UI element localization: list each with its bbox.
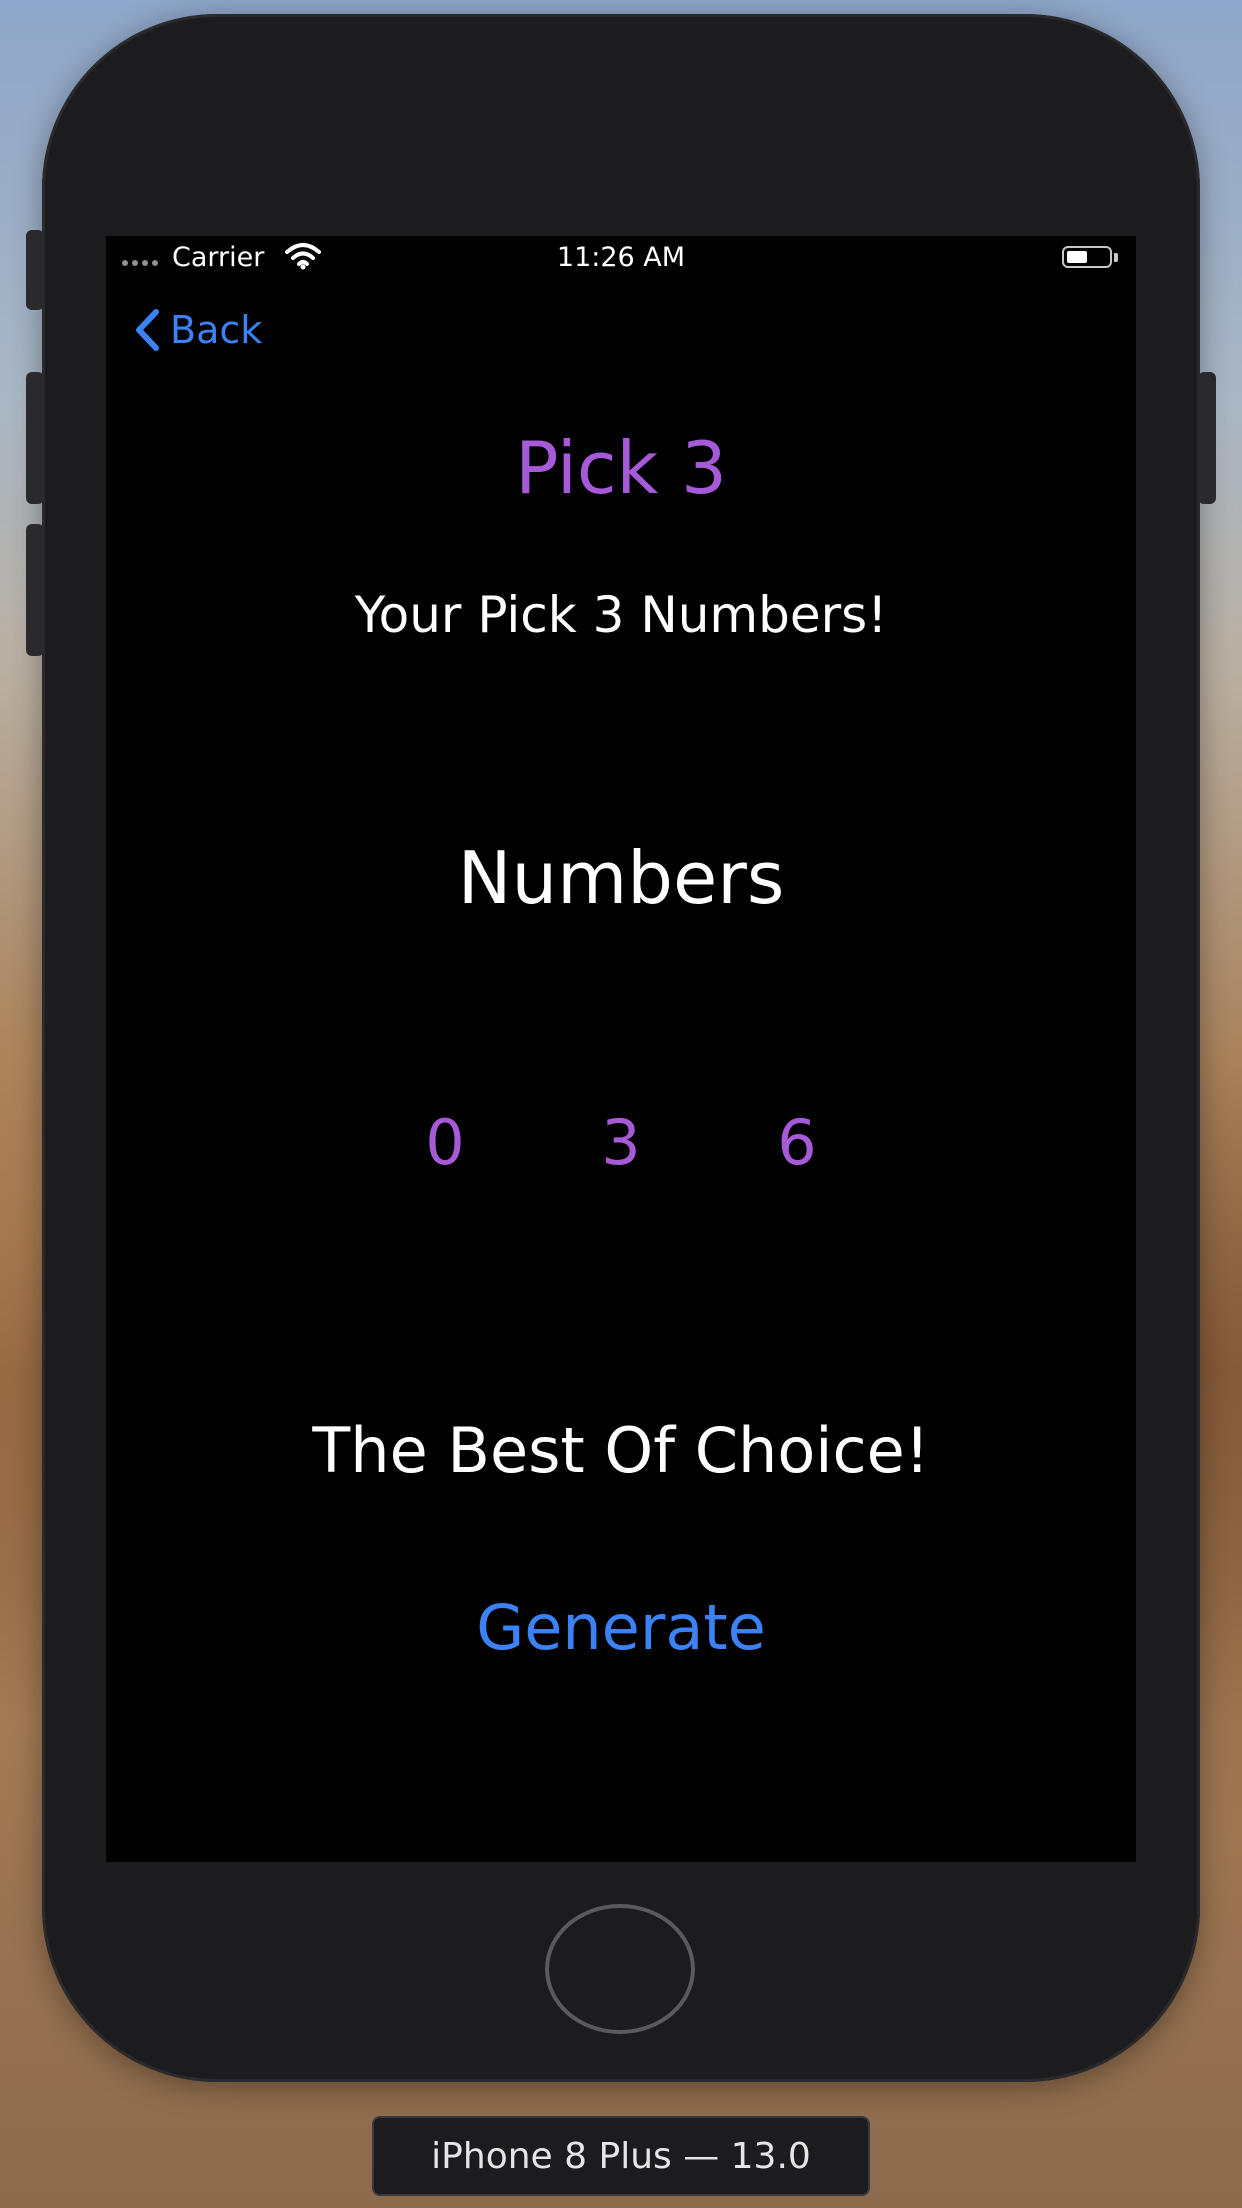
number-1: 0 [425,1106,465,1179]
mute-switch [26,230,44,310]
back-label: Back [170,308,263,352]
generate-button[interactable]: Generate [106,1591,1136,1664]
battery-cap [1114,253,1118,262]
tagline: The Best Of Choice! [312,1414,930,1487]
subtitle: Your Pick 3 Numbers! [354,586,888,644]
phone-screen: Carrier 11:26 AM Back Pick 3 Your Pick 3… [106,236,1136,1862]
number-2: 3 [601,1106,641,1179]
home-button[interactable] [545,1904,695,2034]
page-title: Pick 3 [515,426,727,510]
battery-icon [1062,246,1112,268]
back-button[interactable]: Back [134,300,262,360]
volume-down-button [26,524,44,656]
volume-up-button [26,372,44,504]
chevron-left-icon [136,309,159,351]
simulator-device-label: iPhone 8 Plus — 13.0 [372,2116,870,2196]
power-button [1198,372,1216,504]
status-time: 11:26 AM [556,242,686,273]
picked-numbers: 0 3 6 [106,1106,1136,1186]
number-3: 6 [777,1106,817,1179]
status-bar: Carrier 11:26 AM [106,236,1136,276]
numbers-heading: Numbers [457,836,785,920]
